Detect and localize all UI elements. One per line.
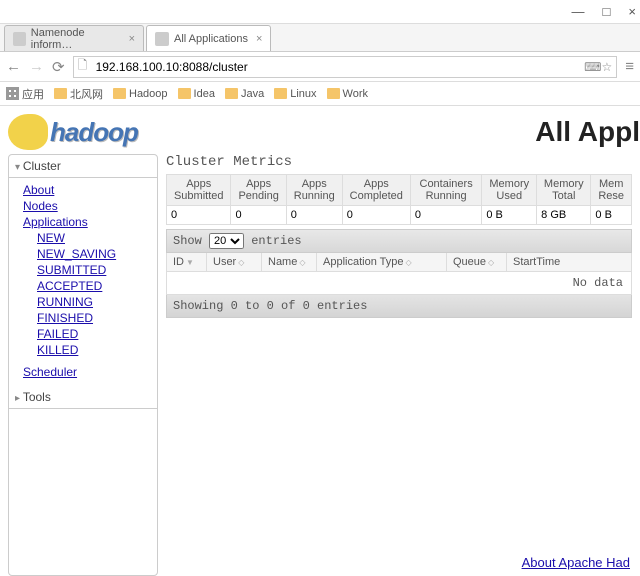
sidebar-link-running[interactable]: RUNNING bbox=[37, 294, 157, 310]
col-name[interactable]: Name◇ bbox=[262, 253, 317, 271]
val-apps-pending: 0 bbox=[231, 206, 286, 225]
apps-icon bbox=[6, 87, 19, 100]
table-length-control: Show 20 entries bbox=[166, 229, 632, 253]
reload-button[interactable]: ⟳ bbox=[52, 58, 65, 76]
page-title: All Appl bbox=[535, 116, 640, 148]
about-link[interactable]: About Apache Had bbox=[522, 555, 630, 570]
favicon-icon bbox=[155, 32, 169, 46]
sidebar-link-accepted[interactable]: ACCEPTED bbox=[37, 278, 157, 294]
sidebar-section-cluster[interactable]: Cluster bbox=[9, 155, 157, 178]
sidebar-link-applications[interactable]: Applications bbox=[23, 214, 157, 230]
hadoop-logo: hadoop bbox=[8, 114, 138, 150]
main-panel: Cluster Metrics Apps Submitted Apps Pend… bbox=[166, 154, 632, 576]
metrics-table: Apps Submitted Apps Pending Apps Running… bbox=[166, 174, 632, 225]
folder-icon bbox=[113, 88, 126, 99]
close-tab-icon[interactable]: × bbox=[129, 33, 135, 45]
val-memory-reserved: 0 B bbox=[591, 206, 632, 225]
back-button[interactable]: ← bbox=[6, 58, 21, 75]
sidebar-link-failed[interactable]: FAILED bbox=[37, 326, 157, 342]
col-queue[interactable]: Queue◇ bbox=[447, 253, 507, 271]
tab-all-applications[interactable]: All Applications × bbox=[146, 25, 271, 51]
val-apps-completed: 0 bbox=[342, 206, 410, 225]
col-starttime[interactable]: StartTime bbox=[507, 253, 631, 271]
col-memory-total: Memory Total bbox=[537, 175, 591, 206]
folder-icon bbox=[274, 88, 287, 99]
tab-namenode[interactable]: Namenode inform… × bbox=[4, 25, 144, 51]
window-titlebar: — □ × bbox=[0, 0, 640, 24]
minimize-button[interactable]: — bbox=[572, 4, 585, 19]
favicon-icon bbox=[13, 32, 26, 46]
bookmark-folder[interactable]: Hadoop bbox=[113, 88, 168, 100]
apps-table-header: ID▼ User◇ Name◇ Application Type◇ Queue◇… bbox=[166, 253, 632, 272]
sidebar-section-tools[interactable]: Tools bbox=[9, 386, 157, 409]
entries-label: entries bbox=[251, 234, 301, 248]
col-memory-used: Memory Used bbox=[482, 175, 537, 206]
no-data-row: No data bbox=[166, 272, 632, 295]
show-label: Show bbox=[173, 234, 202, 248]
col-apps-completed: Apps Completed bbox=[342, 175, 410, 206]
col-apps-submitted: Apps Submitted bbox=[167, 175, 231, 206]
metrics-title: Cluster Metrics bbox=[166, 154, 632, 170]
bookmarks-bar: 应用 北风网 Hadoop Idea Java Linux Work bbox=[0, 82, 640, 106]
col-apps-running: Apps Running bbox=[286, 175, 342, 206]
col-user[interactable]: User◇ bbox=[207, 253, 262, 271]
col-id[interactable]: ID▼ bbox=[167, 253, 207, 271]
bookmark-folder[interactable]: Idea bbox=[178, 88, 215, 100]
page-icon: 🗋 bbox=[78, 56, 92, 77]
tab-label: Namenode inform… bbox=[31, 27, 121, 51]
sidebar-link-new[interactable]: NEW bbox=[37, 230, 157, 246]
folder-icon bbox=[178, 88, 191, 99]
bookmark-folder[interactable]: Work bbox=[327, 88, 368, 100]
maximize-button[interactable]: □ bbox=[603, 4, 611, 19]
val-apps-submitted: 0 bbox=[167, 206, 231, 225]
sidebar-body: About Nodes Applications NEW NEW_SAVING … bbox=[9, 178, 157, 386]
page-content: hadoop All Appl Cluster About Nodes Appl… bbox=[0, 106, 640, 576]
bookmark-folder[interactable]: Java bbox=[225, 88, 264, 100]
sidebar: Cluster About Nodes Applications NEW NEW… bbox=[8, 154, 158, 576]
url-input[interactable] bbox=[96, 60, 585, 74]
folder-icon bbox=[225, 88, 238, 99]
close-window-button[interactable]: × bbox=[628, 4, 636, 19]
apps-shortcut[interactable]: 应用 bbox=[6, 86, 44, 102]
browser-navbar: ← → ⟳ 🗋 ⌨ ☆ ≡ bbox=[0, 52, 640, 82]
sidebar-link-scheduler[interactable]: Scheduler bbox=[23, 364, 157, 380]
logo-text: hadoop bbox=[50, 117, 138, 148]
sidebar-link-submitted[interactable]: SUBMITTED bbox=[37, 262, 157, 278]
tab-label: All Applications bbox=[174, 33, 248, 45]
sidebar-link-finished[interactable]: FINISHED bbox=[37, 310, 157, 326]
col-containers-running: Containers Running bbox=[410, 175, 482, 206]
folder-icon bbox=[327, 88, 340, 99]
col-memory-reserved: Mem Rese bbox=[591, 175, 632, 206]
sidebar-link-about[interactable]: About bbox=[23, 182, 157, 198]
close-tab-icon[interactable]: × bbox=[256, 33, 262, 45]
val-apps-running: 0 bbox=[286, 206, 342, 225]
sidebar-app-states: NEW NEW_SAVING SUBMITTED ACCEPTED RUNNIN… bbox=[23, 230, 157, 358]
col-apps-pending: Apps Pending bbox=[231, 175, 286, 206]
val-memory-used: 0 B bbox=[482, 206, 537, 225]
bookmark-folder[interactable]: 北风网 bbox=[54, 86, 103, 102]
val-containers-running: 0 bbox=[410, 206, 482, 225]
bookmark-folder[interactable]: Linux bbox=[274, 88, 316, 100]
sidebar-link-new-saving[interactable]: NEW_SAVING bbox=[37, 246, 157, 262]
folder-icon bbox=[54, 88, 67, 99]
forward-button[interactable]: → bbox=[29, 58, 44, 75]
col-application-type[interactable]: Application Type◇ bbox=[317, 253, 447, 271]
elephant-icon bbox=[8, 114, 48, 150]
browser-tabs: Namenode inform… × All Applications × bbox=[0, 24, 640, 52]
sidebar-link-nodes[interactable]: Nodes bbox=[23, 198, 157, 214]
table-info: Showing 0 to 0 of 0 entries bbox=[166, 295, 632, 318]
entries-select[interactable]: 20 bbox=[209, 233, 244, 249]
translate-icon[interactable]: ⌨ bbox=[584, 60, 601, 74]
menu-button[interactable]: ≡ bbox=[625, 58, 634, 75]
star-icon[interactable]: ☆ bbox=[601, 60, 612, 74]
address-bar[interactable]: 🗋 ⌨ ☆ bbox=[73, 56, 618, 78]
val-memory-total: 8 GB bbox=[537, 206, 591, 225]
sidebar-link-killed[interactable]: KILLED bbox=[37, 342, 157, 358]
page-header: hadoop All Appl bbox=[0, 106, 640, 154]
